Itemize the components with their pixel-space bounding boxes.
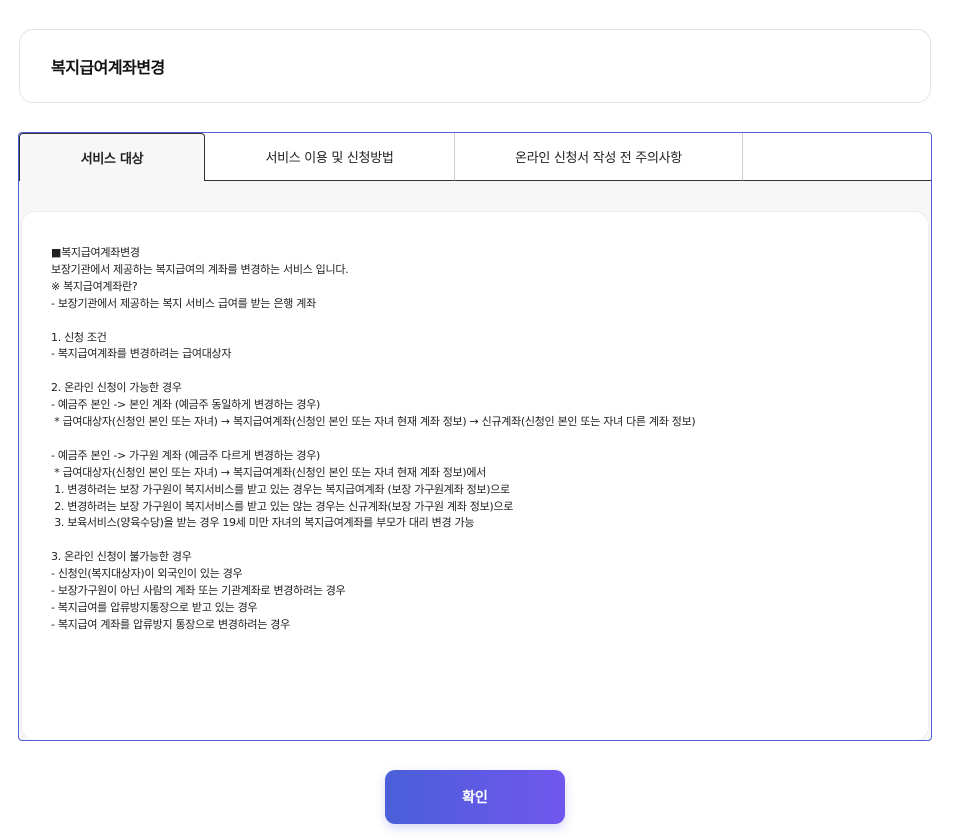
content-line: 보장기관에서 제공하는 복지급여의 계좌를 변경하는 서비스 입니다. xyxy=(51,262,349,276)
content-line: ※ 복지급여계좌란? xyxy=(51,279,138,293)
content-line: - 보장기관에서 제공하는 복지 서비스 급여를 받는 은행 계좌 xyxy=(51,296,316,310)
content-line: * 급여대상자(신청인 본인 또는 자녀) → 복지급여계좌(신청인 본인 또는… xyxy=(51,415,696,429)
content-line: 2. 온라인 신청이 가능한 경우 xyxy=(51,381,182,395)
content-line: - 예금주 본인 -> 본인 계좌 (예금주 동일하게 변경하는 경우) xyxy=(51,398,321,412)
tab-content: ■복지급여계좌변경 보장기관에서 제공하는 복지급여의 계좌를 변경하는 서비스… xyxy=(21,211,929,740)
content-line: - 예금주 본인 -> 가구원 계좌 (예금주 다르게 변경하는 경우) xyxy=(51,448,321,462)
tab-service-target[interactable]: 서비스 대상 xyxy=(19,133,205,181)
content-line: - 복지급여계좌를 변경하려는 급여대상자 xyxy=(51,347,232,361)
content-line: - 복지급여 계좌를 압류방지 통장으로 변경하려는 경우 xyxy=(51,617,290,631)
confirm-button[interactable]: 확인 xyxy=(385,770,565,824)
page-title-card: 복지급여계좌변경 xyxy=(19,29,931,103)
tab-precautions[interactable]: 온라인 신청서 작성 전 주의사항 xyxy=(455,133,743,181)
content-line: 3. 온라인 신청이 불가능한 경우 xyxy=(51,550,192,564)
content-line: * 급여대상자(신청인 본인 또는 자녀) → 복지급여계좌(신청인 본인 또는… xyxy=(51,465,486,479)
content-line: 2. 변경하려는 보장 가구원이 복지서비스를 받고 있는 않는 경우는 신규계… xyxy=(51,499,514,513)
content-line xyxy=(51,313,928,330)
tab-bar: 서비스 대상 서비스 이용 및 신청방법 온라인 신청서 작성 전 주의사항 xyxy=(19,133,931,182)
content-line xyxy=(51,532,928,549)
page-title: 복지급여계좌변경 xyxy=(51,58,165,77)
content-line xyxy=(51,431,928,448)
content-line xyxy=(51,363,928,380)
content-line: 3. 보육서비스(양육수당)을 받는 경우 19세 미만 자녀의 복지급여계좌를… xyxy=(51,516,475,530)
tab-usage-and-application[interactable]: 서비스 이용 및 신청방법 xyxy=(205,133,455,181)
service-info-panel: 서비스 대상 서비스 이용 및 신청방법 온라인 신청서 작성 전 주의사항 ■… xyxy=(18,132,932,741)
content-line: ■복지급여계좌변경 xyxy=(51,246,140,259)
tab-bar-filler xyxy=(743,133,931,181)
content-line: 1. 신청 조건 xyxy=(51,330,107,344)
content-line: - 보장가구원이 아닌 사람의 계좌 또는 기관계좌로 변경하려는 경우 xyxy=(51,584,346,598)
content-line: 1. 변경하려는 보장 가구원이 복지서비스를 받고 있는 경우는 복지급여계좌… xyxy=(51,482,510,496)
content-line: - 신청인(복지대상자)이 외국인이 있는 경우 xyxy=(51,567,243,581)
content-line: - 복지급여를 압류방지통장으로 받고 있는 경우 xyxy=(51,600,258,614)
